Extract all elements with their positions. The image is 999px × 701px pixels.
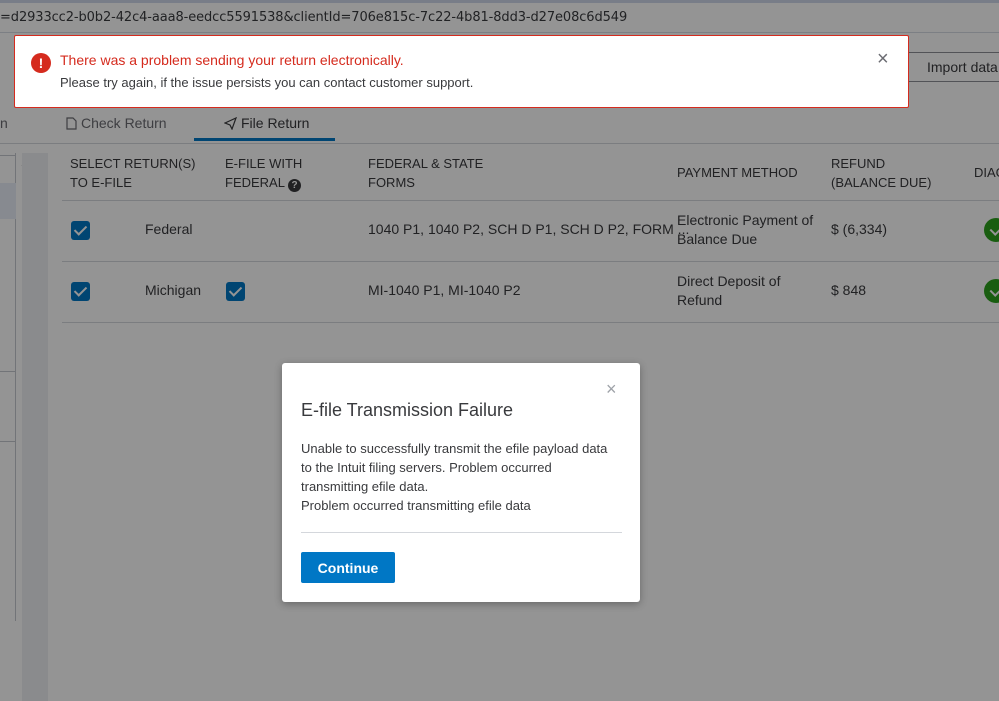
dialog-title: E-file Transmission Failure bbox=[301, 400, 514, 420]
error-banner: ! There was a problem sending your retur… bbox=[14, 35, 909, 108]
dialog-divider bbox=[301, 532, 622, 533]
error-icon: ! bbox=[31, 53, 51, 73]
continue-button[interactable]: Continue bbox=[301, 552, 395, 583]
close-icon[interactable]: × bbox=[606, 380, 617, 398]
banner-title: There was a problem sending your return … bbox=[60, 52, 404, 68]
banner-message: Please try again, if the issue persists … bbox=[60, 75, 474, 90]
close-icon[interactable]: × bbox=[877, 49, 889, 69]
efile-failure-dialog: × E-file Transmission Failure Unable to … bbox=[282, 363, 640, 602]
dialog-message: Unable to successfully transmit the efil… bbox=[301, 441, 608, 513]
